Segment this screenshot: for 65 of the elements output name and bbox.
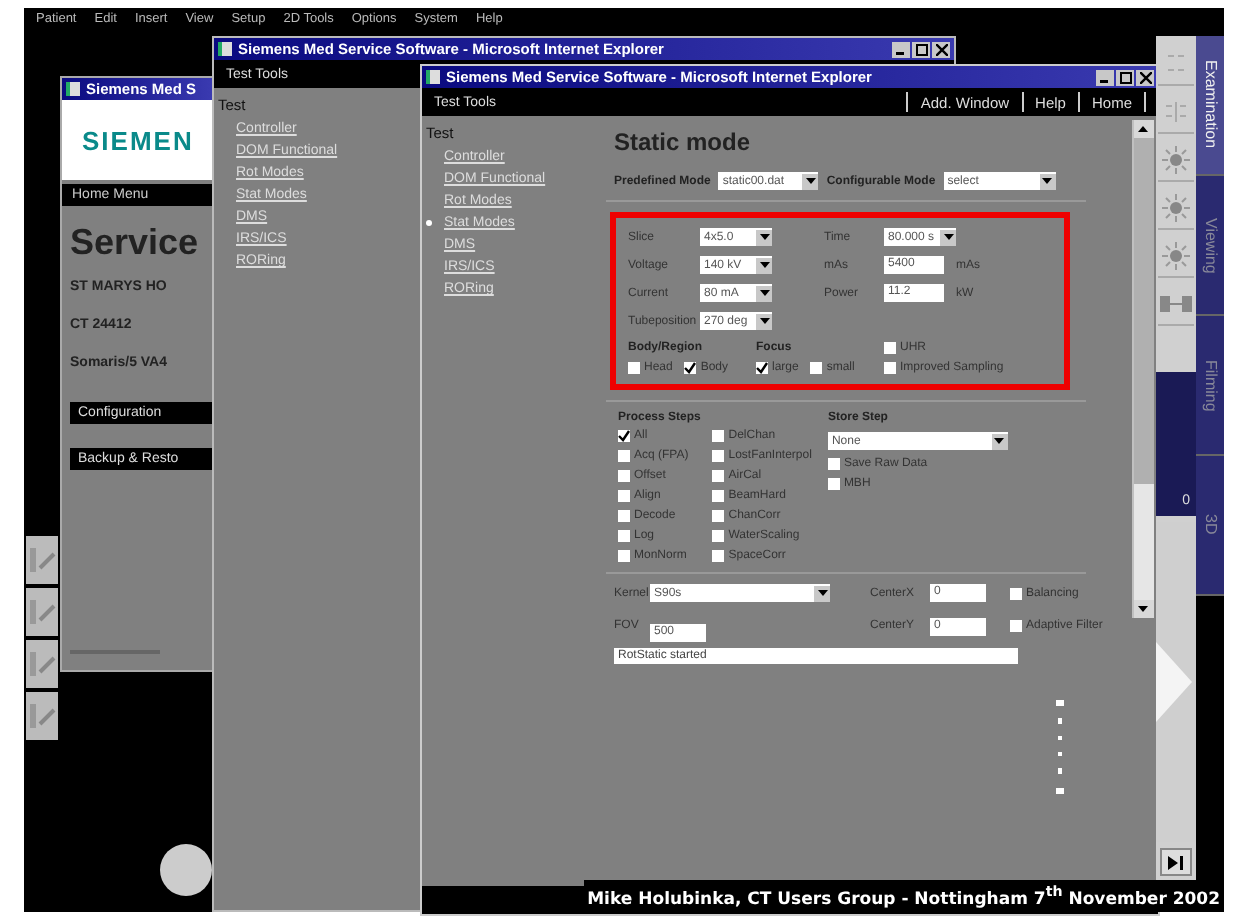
side-tab[interactable]: Filming: [1196, 316, 1224, 456]
dropdown-arrow-icon[interactable]: [1039, 173, 1056, 189]
checkbox[interactable]: [712, 430, 725, 442]
up-arrow-icon[interactable]: [1138, 126, 1148, 132]
checkbox[interactable]: [756, 362, 768, 374]
logo-text: SIEMEN: [62, 100, 212, 180]
minimize-button[interactable]: [1096, 69, 1114, 85]
skip-end-button[interactable]: [1160, 848, 1192, 876]
checkbox[interactable]: [1010, 620, 1022, 632]
close-icon: [935, 43, 947, 55]
checkbox[interactable]: [810, 362, 823, 374]
side-tab[interactable]: Viewing: [1196, 176, 1224, 316]
checkbox[interactable]: [618, 430, 630, 442]
dropdown-arrow-icon[interactable]: [756, 257, 772, 273]
side-tab[interactable]: 3D: [1196, 456, 1224, 596]
checkbox[interactable]: [884, 342, 896, 354]
checkbox[interactable]: [712, 450, 725, 462]
checkbox[interactable]: [827, 458, 840, 470]
checkbox[interactable]: [618, 470, 630, 482]
minimize-button[interactable]: [892, 41, 910, 57]
side-tab[interactable]: Examination: [1196, 36, 1224, 176]
page-icon: [66, 82, 80, 96]
checkbox[interactable]: [884, 362, 896, 374]
dropdown-arrow-icon[interactable]: [940, 229, 957, 245]
checkbox[interactable]: [1010, 587, 1022, 599]
page-heading: Static mode: [614, 128, 753, 156]
checkbox[interactable]: [618, 530, 630, 542]
checkbox[interactable]: [712, 490, 725, 502]
checkbox[interactable]: [712, 550, 725, 562]
page-heading: Service: [70, 222, 199, 264]
dropdown-arrow-icon[interactable]: [802, 173, 819, 189]
dropdown-arrow-icon[interactable]: [756, 313, 772, 329]
checkbox[interactable]: [712, 470, 725, 482]
checkbox[interactable]: [712, 530, 725, 542]
play-triangle-icon: [1156, 642, 1192, 722]
maximize-icon: [915, 43, 927, 55]
close-button[interactable]: [932, 41, 950, 57]
page-icon: [218, 42, 232, 56]
checkbox[interactable]: [628, 362, 640, 374]
checkbox[interactable]: [618, 550, 630, 562]
lamp-icon[interactable]: [1158, 236, 1194, 278]
down-arrow-icon[interactable]: [1138, 606, 1148, 612]
close-icon: [1139, 71, 1151, 83]
checkbox[interactable]: [684, 362, 697, 374]
skip-end-icon: [1168, 855, 1184, 869]
checkbox[interactable]: [712, 510, 725, 522]
checkbox[interactable]: [618, 450, 630, 462]
maximize-button[interactable]: [1116, 69, 1134, 85]
checkbox[interactable]: [618, 510, 630, 522]
close-button[interactable]: [1136, 69, 1154, 85]
checkbox[interactable]: [618, 490, 630, 502]
dropdown-arrow-icon[interactable]: [756, 229, 772, 245]
scrollbar[interactable]: [1132, 120, 1154, 618]
maximize-icon: [1119, 71, 1131, 83]
maximize-button[interactable]: [912, 41, 930, 57]
checkbox[interactable]: [827, 478, 840, 490]
round-button[interactable]: [160, 844, 212, 896]
dropdown-arrow-icon[interactable]: [991, 433, 1008, 449]
dropdown-arrow-icon[interactable]: [814, 585, 830, 601]
dropdown-arrow-icon[interactable]: [756, 285, 772, 301]
lamp-icon[interactable]: [1158, 140, 1194, 182]
page-icon: [426, 70, 440, 84]
caption-text: Mike Holubinka, CT Users Group - Nottingham 7$^{th}$ November 2002: [583, 880, 1224, 912]
lamp-icon[interactable]: [1158, 188, 1194, 230]
zoom-scale-drawing: [1054, 700, 1066, 800]
